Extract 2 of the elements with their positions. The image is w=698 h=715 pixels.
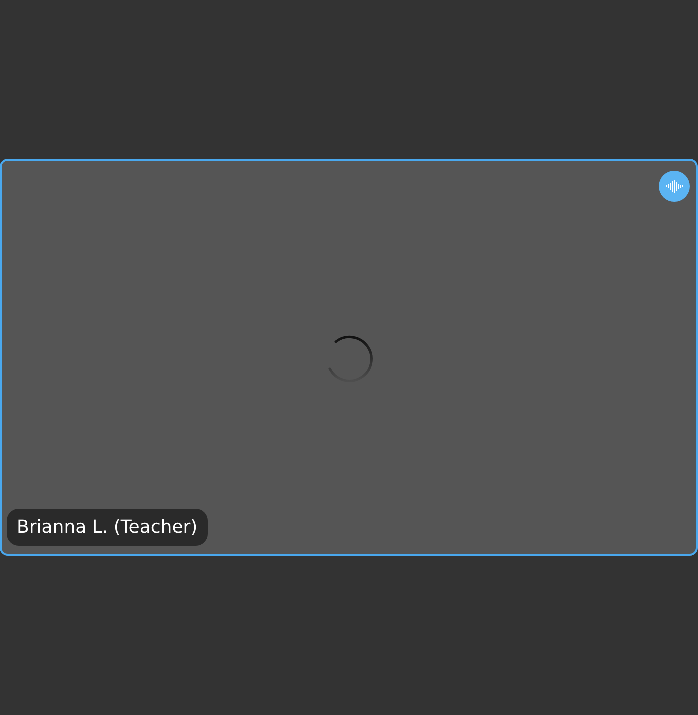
audio-wave-icon <box>659 171 690 202</box>
participant-name: Brianna L. (Teacher) <box>7 509 208 546</box>
